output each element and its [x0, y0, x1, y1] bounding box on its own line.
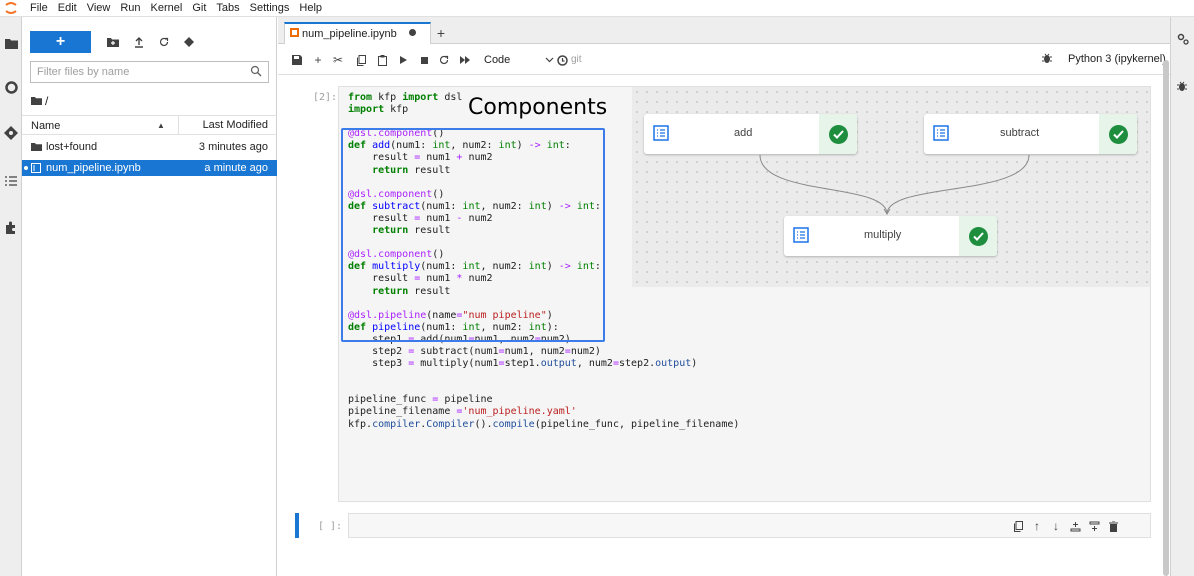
upload-icon[interactable] — [128, 31, 150, 53]
move-up-icon[interactable]: ↑ — [1030, 519, 1044, 533]
menu-file[interactable]: File — [22, 0, 53, 17]
table-of-contents-icon[interactable] — [0, 169, 22, 193]
file-browser-panel: + / Name ▲ Last Modified lost+found 3 mi… — [22, 17, 277, 576]
folder-icon — [31, 94, 42, 108]
node-label: subtract — [1000, 127, 1040, 139]
search-icon — [250, 65, 262, 80]
breadcrumb[interactable]: / — [31, 94, 48, 108]
menu-git[interactable]: Git — [187, 0, 211, 17]
folder-icon[interactable] — [0, 31, 22, 55]
components-highlight-box — [341, 128, 605, 342]
node-status — [959, 216, 997, 256]
node-label: add — [734, 127, 753, 139]
component-list-icon — [653, 125, 669, 144]
menu-help[interactable]: Help — [294, 0, 327, 17]
notebook-icon — [31, 163, 41, 176]
file-modified: a minute ago — [204, 162, 268, 174]
file-name: num_pipeline.ipynb — [46, 162, 141, 174]
cut-icon[interactable]: ✂ — [331, 51, 345, 69]
git-label[interactable]: git — [571, 54, 582, 65]
node-status — [1099, 114, 1137, 154]
filter-files-input[interactable] — [37, 66, 247, 78]
execution-count-prompt: [ ]: — [318, 521, 343, 532]
column-header-name[interactable]: Name — [31, 120, 60, 132]
duplicate-cell-icon[interactable] — [1011, 519, 1025, 533]
pipeline-node-multiply[interactable]: multiply — [784, 216, 997, 256]
new-folder-icon[interactable] — [102, 31, 124, 53]
node-status — [819, 114, 857, 154]
paste-icon[interactable] — [375, 51, 389, 69]
success-check-icon — [1108, 124, 1128, 144]
add-tab-button[interactable]: + — [433, 25, 449, 41]
debugger-bug-icon[interactable] — [1042, 52, 1052, 67]
save-icon[interactable] — [290, 51, 304, 69]
insert-above-icon[interactable] — [1068, 519, 1082, 533]
menu-tabs[interactable]: Tabs — [211, 0, 244, 17]
pipeline-node-subtract[interactable]: subtract — [924, 114, 1137, 154]
pipeline-node-add[interactable]: add — [644, 114, 857, 154]
node-label: multiply — [864, 229, 902, 241]
debugger-bug-icon[interactable] — [1177, 80, 1187, 95]
chevron-down-icon — [545, 54, 554, 66]
menu-view[interactable]: View — [82, 0, 116, 17]
jupyter-logo-icon — [0, 0, 22, 17]
menu-edit[interactable]: Edit — [53, 0, 82, 17]
property-inspector-gear-icon[interactable] — [1177, 33, 1189, 48]
move-down-icon[interactable]: ↓ — [1049, 519, 1063, 533]
copy-icon[interactable] — [354, 51, 368, 69]
sort-ascending-icon: ▲ — [157, 121, 165, 130]
filter-files-field[interactable] — [30, 61, 269, 83]
edge-subtract-multiply — [886, 154, 1030, 215]
menu-run[interactable]: Run — [115, 0, 145, 17]
insert-below-icon[interactable] — [1087, 519, 1101, 533]
restart-run-all-icon[interactable] — [458, 51, 472, 69]
menu-kernel[interactable]: Kernel — [146, 0, 188, 17]
menu-bar: File Edit View Run Kernel Git Tabs Setti… — [0, 0, 1194, 17]
git-icon[interactable] — [0, 121, 22, 145]
delete-cell-icon[interactable] — [1106, 519, 1120, 533]
menu-settings[interactable]: Settings — [245, 0, 295, 17]
active-cell-marker — [295, 513, 299, 538]
main-area: num_pipeline.ipynb + + ✂ Code git Python… — [278, 17, 1194, 576]
unsaved-dot-icon[interactable] — [409, 29, 416, 36]
new-launcher-button[interactable]: + — [30, 31, 91, 53]
left-activity-bar — [0, 17, 22, 576]
file-name: lost+found — [46, 141, 98, 153]
notebook-toolbar: + ✂ Code git Python 3 (ipykernel) — [278, 45, 1194, 75]
breadcrumb-root[interactable]: / — [45, 94, 48, 108]
component-list-icon — [933, 125, 949, 144]
cell-type-select[interactable]: Code — [484, 51, 554, 69]
tab-num-pipeline[interactable]: num_pipeline.ipynb — [284, 22, 431, 44]
file-modified: 3 minutes ago — [198, 141, 268, 153]
run-icon[interactable] — [396, 51, 410, 69]
insert-cell-icon[interactable]: + — [311, 51, 325, 69]
file-row-num-pipeline[interactable]: num_pipeline.ipynb a minute ago — [22, 160, 277, 176]
clock-icon[interactable] — [556, 51, 568, 69]
column-header-last-modified[interactable]: Last Modified — [178, 116, 277, 134]
kernel-name[interactable]: Python 3 (ipykernel) — [1068, 53, 1166, 65]
success-check-icon — [968, 226, 988, 246]
file-list-header: Name ▲ Last Modified — [22, 115, 277, 135]
notebook-icon — [290, 28, 299, 40]
cell-type-value: Code — [484, 54, 511, 66]
folder-icon — [31, 142, 42, 154]
success-check-icon — [828, 124, 848, 144]
notebook-scrollbar[interactable] — [1163, 60, 1169, 576]
running-indicator-icon — [24, 166, 28, 170]
refresh-icon[interactable] — [153, 31, 175, 53]
git-clone-icon[interactable] — [178, 31, 200, 53]
running-sessions-icon[interactable] — [0, 75, 22, 99]
execution-count-prompt: [2]: — [313, 92, 338, 103]
restart-kernel-icon[interactable] — [437, 51, 451, 69]
right-sidebar — [1170, 17, 1194, 576]
components-annotation: Components — [468, 95, 608, 120]
edge-add-multiply — [759, 154, 888, 215]
pipeline-graph: add subtract multiply — [632, 87, 1150, 287]
component-list-icon — [793, 227, 809, 246]
tab-bar: num_pipeline.ipynb + — [278, 17, 1194, 44]
extensions-icon[interactable] — [0, 215, 22, 239]
file-row-lost-found[interactable]: lost+found 3 minutes ago — [22, 139, 277, 155]
stop-icon[interactable] — [417, 51, 431, 69]
tab-label: num_pipeline.ipynb — [302, 28, 397, 40]
